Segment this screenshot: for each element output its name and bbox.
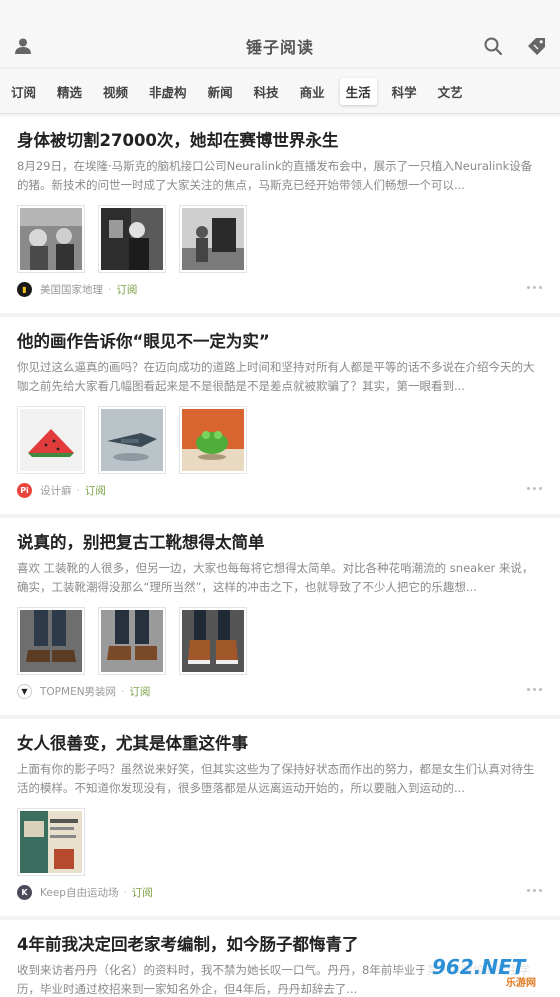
- subscribe-link[interactable]: 订阅: [129, 684, 150, 699]
- subscribe-link[interactable]: 订阅: [116, 282, 137, 297]
- tab-video[interactable]: 视频: [97, 78, 134, 105]
- article-summary: 上面有你的影子吗？虽然说来好笑，但其实这些为了保持好状态而作出的努力，都是女生们…: [17, 762, 535, 795]
- article-thumbnail[interactable]: [179, 607, 247, 675]
- more-options-icon[interactable]: [524, 889, 542, 892]
- source-name[interactable]: Keep自由运动场: [40, 885, 118, 900]
- keep-logo-icon: K: [17, 885, 32, 900]
- tab-business[interactable]: 商业: [294, 78, 331, 105]
- app-title: 锤子阅读: [245, 37, 314, 57]
- topmen-logo-icon: ▼: [17, 684, 32, 699]
- source-name[interactable]: 美国国家地理: [40, 282, 103, 297]
- more-options-icon[interactable]: [524, 286, 542, 289]
- article-thumbnail[interactable]: [17, 607, 85, 675]
- status-bar: [0, 0, 560, 24]
- article-feed: 身体被切割27000次，她却在赛博世界永生 8月29日，在埃隆·马斯克的脑机接口…: [0, 116, 560, 997]
- subscribe-link[interactable]: 订阅: [85, 483, 106, 498]
- tab-nonfiction[interactable]: 非虚构: [143, 78, 193, 105]
- article-card[interactable]: 说真的，别把复古工靴想得太简单 喜欢 工装靴的人很多，但另一边，大家也每每将它想…: [0, 518, 560, 715]
- article-title[interactable]: 女人很善变，尤其是体重这件事: [17, 733, 543, 755]
- article-source: ▼ TOPMEN男装网 · 订阅: [17, 684, 150, 699]
- category-tabs: 订阅 精选 视频 非虚构 新闻 科技 商业 生活 科学 文艺: [0, 70, 560, 114]
- article-title[interactable]: 他的画作告诉你“眼见不一定为实”: [17, 331, 543, 353]
- tab-life[interactable]: 生活: [339, 78, 377, 105]
- tab-subscribe[interactable]: 订阅: [5, 78, 42, 105]
- article-source: Pi 设计癖 · 订阅: [17, 483, 106, 498]
- svg-text:乐游网: 乐游网: [506, 976, 536, 989]
- tab-featured[interactable]: 精选: [51, 78, 88, 105]
- article-thumbnail[interactable]: [179, 406, 247, 474]
- article-summary: 8月29日，在埃隆·马斯克的脑机接口公司Neuralink的直播发布会中，展示了…: [17, 159, 533, 192]
- article-title[interactable]: 说真的，别把复古工靴想得太简单: [17, 532, 543, 554]
- article-summary: 你见过这么逼真的画吗？在迈向成功的道路上时间和坚持对所有人都是平等的话不多说在介…: [17, 360, 535, 393]
- article-title[interactable]: 身体被切割27000次，她却在赛博世界永生: [17, 130, 543, 152]
- more-options-icon[interactable]: [524, 487, 542, 490]
- tab-news[interactable]: 新闻: [202, 78, 239, 105]
- top-bar: 锤子阅读: [0, 24, 560, 68]
- subscribe-link[interactable]: 订阅: [132, 885, 153, 900]
- person-icon[interactable]: [13, 36, 33, 56]
- tab-science[interactable]: 科学: [386, 78, 423, 105]
- national-geographic-logo-icon: ▮: [17, 282, 32, 297]
- article-thumbnail[interactable]: [98, 607, 166, 675]
- tab-tech[interactable]: 科技: [248, 78, 285, 105]
- source-name[interactable]: TOPMEN男装网: [40, 684, 116, 699]
- watermark-logo-icon: 962.NET 乐游网: [424, 950, 554, 990]
- source-name[interactable]: 设计癖: [40, 483, 72, 498]
- article-thumbnail[interactable]: [17, 406, 85, 474]
- design-pi-logo-icon: Pi: [17, 483, 32, 498]
- article-thumbnail[interactable]: [179, 205, 247, 273]
- tag-icon[interactable]: [527, 36, 547, 56]
- tab-arts[interactable]: 文艺: [432, 78, 469, 105]
- more-options-icon[interactable]: [524, 688, 542, 691]
- article-summary: 喜欢 工装靴的人很多，但另一边，大家也每每将它想得太简单。对比各种花哨潮流的 s…: [17, 561, 534, 594]
- article-card[interactable]: 身体被切割27000次，她却在赛博世界永生 8月29日，在埃隆·马斯克的脑机接口…: [0, 116, 560, 313]
- article-source: ▮ 美国国家地理 · 订阅: [17, 282, 137, 297]
- article-thumbnail[interactable]: [17, 205, 85, 273]
- article-source: K Keep自由运动场 · 订阅: [17, 885, 153, 900]
- article-thumbnail[interactable]: [17, 808, 85, 876]
- article-thumbnail[interactable]: [98, 406, 166, 474]
- search-icon[interactable]: [483, 36, 503, 56]
- article-card[interactable]: 女人很善变，尤其是体重这件事 上面有你的影子吗？虽然说来好笑，但其实这些为了保持…: [0, 719, 560, 916]
- article-card[interactable]: 他的画作告诉你“眼见不一定为实” 你见过这么逼真的画吗？在迈向成功的道路上时间和…: [0, 317, 560, 514]
- svg-text:962.NET: 962.NET: [432, 955, 527, 979]
- article-thumbnail[interactable]: [98, 205, 166, 273]
